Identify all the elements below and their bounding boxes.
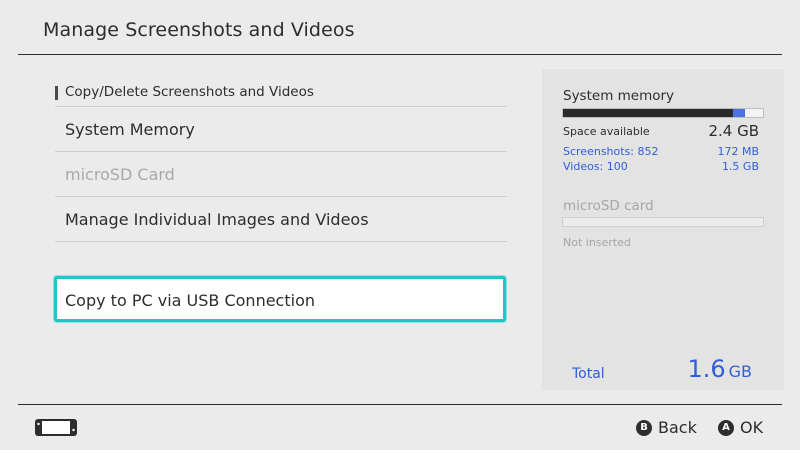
- handheld-console-icon: [35, 419, 77, 436]
- screenshots-count: Screenshots: 852: [563, 145, 659, 158]
- screenshots-size: 172 MB: [717, 145, 759, 158]
- usage-bar-used: [563, 109, 733, 117]
- b-button-icon: B: [636, 420, 652, 436]
- screenshots-row: Screenshots: 852 172 MB: [563, 145, 759, 159]
- page-title: Manage Screenshots and Videos: [43, 19, 355, 41]
- videos-size: 1.5 GB: [721, 160, 759, 173]
- total-label: Total: [572, 366, 605, 382]
- section-label: Copy/Delete Screenshots and Videos: [65, 84, 314, 100]
- menu-item-label: Manage Individual Images and Videos: [65, 210, 369, 229]
- a-button-icon: A: [718, 420, 734, 436]
- back-label: Back: [658, 418, 697, 437]
- system-memory-usage-bar: [562, 108, 764, 118]
- microsd-status-row: Not inserted: [563, 236, 759, 250]
- microsd-title: microSD card: [563, 198, 654, 214]
- copy-to-pc-usb-button[interactable]: Copy to PC via USB Connection: [54, 276, 506, 322]
- section-header: Copy/Delete Screenshots and Videos: [55, 80, 507, 107]
- microsd-usage-bar: [562, 217, 764, 227]
- total-number: 1.6: [687, 355, 726, 383]
- total-unit: GB: [728, 362, 752, 381]
- back-button[interactable]: B Back: [636, 418, 697, 438]
- ok-label: OK: [740, 418, 764, 437]
- section-marker: [55, 86, 58, 100]
- menu-item-microsd-card: microSD Card: [55, 152, 507, 197]
- space-available-value: 2.4 GB: [708, 122, 759, 140]
- space-available-row: Space available 2.4 GB: [563, 122, 759, 140]
- menu-item-label: System Memory: [65, 120, 195, 139]
- usb-button-label: Copy to PC via USB Connection: [65, 291, 315, 310]
- footer-divider: [18, 404, 782, 405]
- usage-bar-media: [733, 109, 745, 117]
- options-menu: Copy/Delete Screenshots and Videos Syste…: [55, 80, 507, 242]
- storage-info-panel: System memory Space available 2.4 GB Scr…: [542, 69, 784, 390]
- space-available-label: Space available: [563, 125, 650, 138]
- videos-count: Videos: 100: [563, 160, 628, 173]
- menu-item-label: microSD Card: [65, 165, 175, 184]
- total-value: 1.6 GB: [687, 355, 752, 383]
- microsd-status: Not inserted: [563, 236, 631, 249]
- header-divider: [18, 54, 782, 55]
- menu-item-manage-individual[interactable]: Manage Individual Images and Videos: [55, 197, 507, 242]
- menu-item-system-memory[interactable]: System Memory: [55, 107, 507, 152]
- system-memory-title: System memory: [563, 88, 675, 104]
- videos-row: Videos: 100 1.5 GB: [563, 160, 759, 174]
- header-bar: Manage Screenshots and Videos: [0, 0, 800, 55]
- ok-button[interactable]: A OK: [718, 418, 768, 438]
